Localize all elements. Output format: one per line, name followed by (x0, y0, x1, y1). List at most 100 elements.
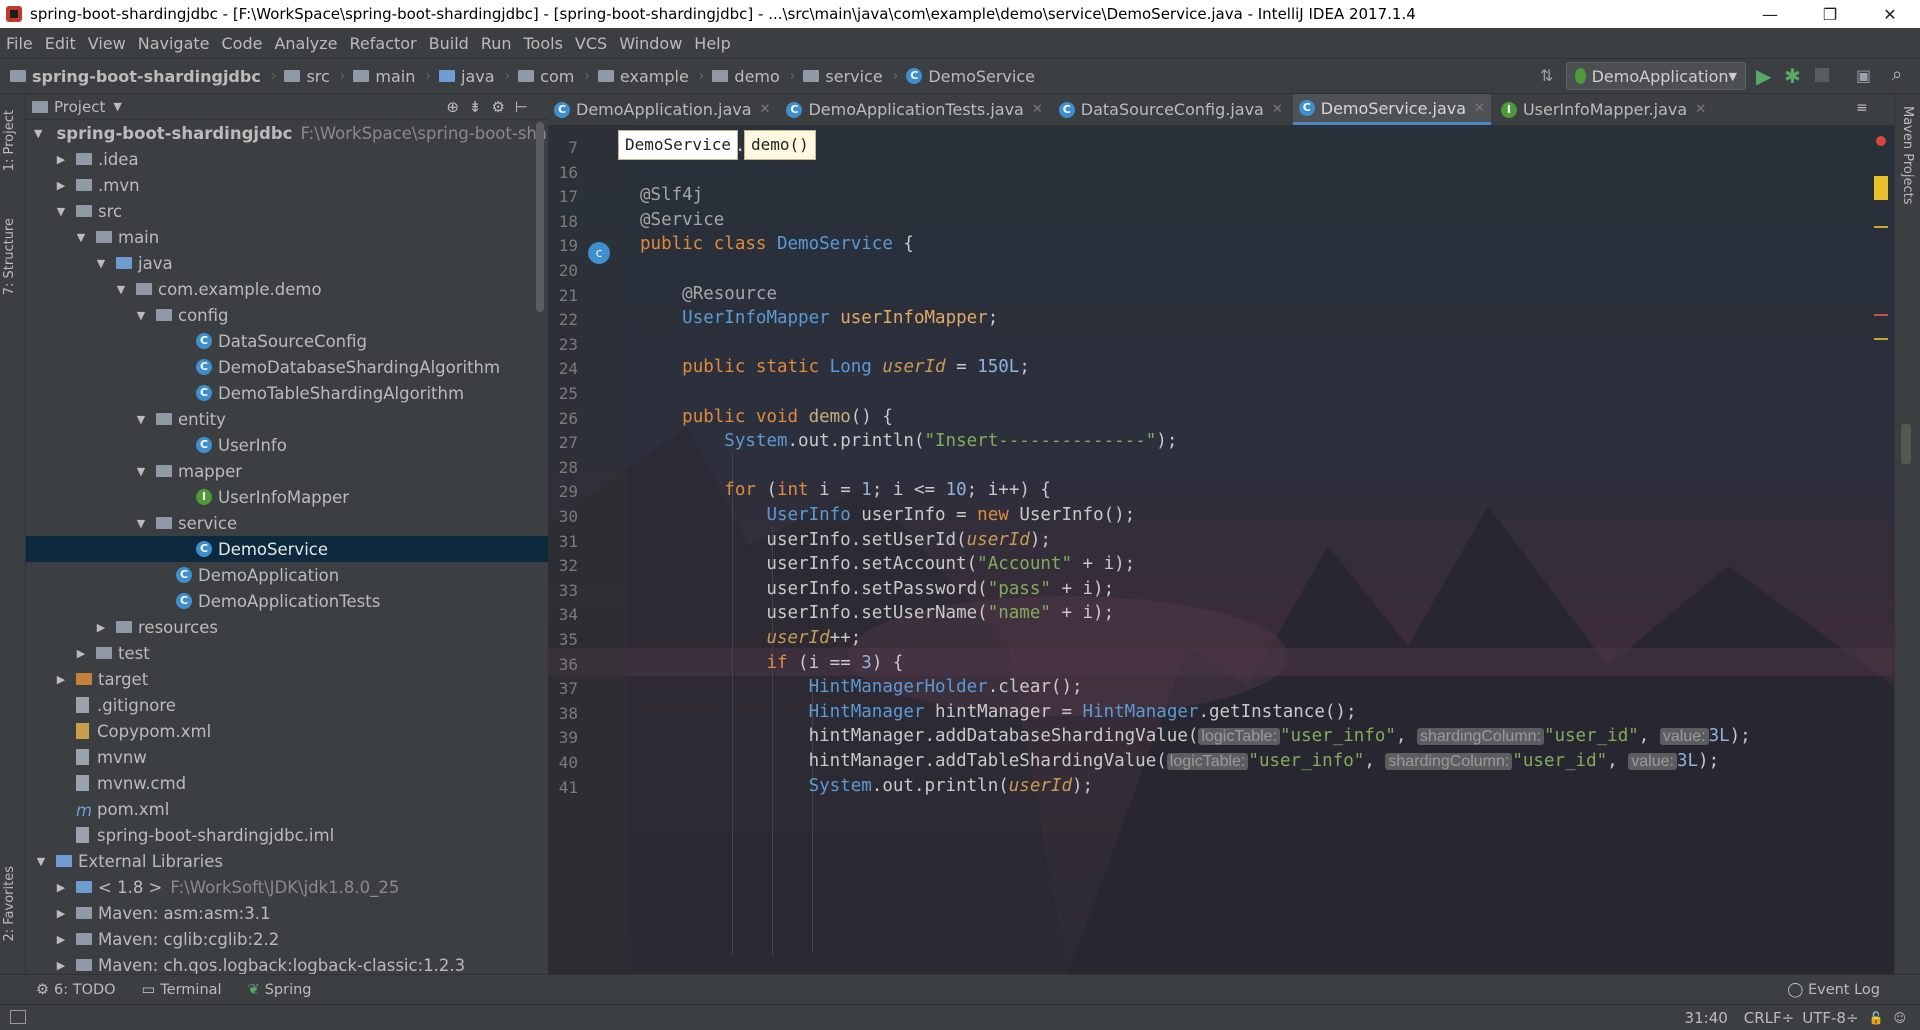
tree-item[interactable]: ▶ Maven: cglib:cglib:2.2 (26, 926, 548, 952)
tree-item[interactable]: I UserInfoMapper (26, 484, 548, 510)
menu-vcs[interactable]: VCS (575, 34, 615, 53)
file-encoding[interactable]: UTF-8÷ (1802, 1009, 1858, 1027)
tree-item[interactable]: ▼ java (26, 250, 548, 276)
project-scrollbar[interactable] (536, 122, 544, 312)
collapse-arrow-icon[interactable]: ▶ (54, 881, 68, 894)
menu-analyze[interactable]: Analyze (274, 34, 345, 53)
menu-refactor[interactable]: Refactor (350, 34, 425, 53)
tree-item[interactable]: ▼ config (26, 302, 548, 328)
tree-item[interactable]: ▼ src (26, 198, 548, 224)
code-line[interactable]: if (i == 3) { (640, 653, 903, 673)
code-line[interactable]: System.out.println(userId); (640, 776, 1093, 796)
project-view-label[interactable]: Project (54, 98, 105, 116)
menu-view[interactable]: View (88, 34, 134, 53)
editor-breadcrumb-item[interactable]: demo() (744, 130, 816, 160)
code-line[interactable]: for (int i = 1; i <= 10; i++) { (640, 480, 1051, 500)
menu-file[interactable]: File (6, 34, 41, 53)
collapse-arrow-icon[interactable]: ▶ (54, 907, 68, 920)
stop-icon[interactable] (1815, 68, 1829, 82)
build-icon[interactable]: ⇅ (1540, 66, 1553, 85)
tree-item[interactable]: ▼ main (26, 224, 548, 250)
nav-crumb-example[interactable]: example (597, 67, 689, 86)
tree-item[interactable]: ▶ < 1.8 > F:\WorkSoft\JDK\jdk1.8.0_25 (26, 874, 548, 900)
expand-arrow-icon[interactable]: ▼ (74, 231, 88, 244)
tab-list-icon[interactable]: ≡ (1856, 100, 1868, 116)
caret-position[interactable]: 31:40 (1685, 1009, 1728, 1027)
structure-tool-tab[interactable]: 7: Structure (2, 218, 17, 295)
nav-crumb-demoservice[interactable]: C DemoService (906, 67, 1035, 86)
tool-terminal[interactable]: ▭ Terminal (142, 982, 222, 998)
tree-item[interactable]: ▼ entity (26, 406, 548, 432)
collapse-arrow-icon[interactable]: ▶ (54, 153, 68, 166)
menu-edit[interactable]: Edit (45, 34, 84, 53)
expand-arrow-icon[interactable]: ▼ (54, 205, 68, 218)
project-structure-icon[interactable]: ▣ (1856, 66, 1871, 85)
menu-build[interactable]: Build (429, 34, 477, 53)
code-line[interactable]: HintManagerHolder.clear(); (640, 677, 1083, 697)
tree-item[interactable]: mvnw.cmd (26, 770, 548, 796)
code-line[interactable]: System.out.println("Insert--------------… (640, 431, 1177, 451)
tree-item[interactable]: C DataSourceConfig (26, 328, 548, 354)
nav-project[interactable]: spring-boot-shardingjdbc (10, 67, 261, 86)
tree-item[interactable]: ▶ resources (26, 614, 548, 640)
tree-item[interactable]: mvnw (26, 744, 548, 770)
expand-arrow-icon[interactable]: ▼ (134, 309, 148, 322)
code-line[interactable]: hintManager.addDatabaseShardingValue(log… (640, 726, 1751, 746)
tree-item[interactable]: ▶ Maven: asm:asm:3.1 (26, 900, 548, 926)
collapse-arrow-icon[interactable]: ▶ (54, 673, 68, 686)
code-line[interactable]: userInfo.setPassword("pass" + i); (640, 579, 1114, 599)
chevron-down-icon[interactable]: ▼ (113, 100, 121, 113)
tool-spring[interactable]: ❦ Spring (248, 982, 312, 998)
restore-button[interactable]: ❐ (1800, 5, 1860, 24)
editor-tab[interactable]: C DemoService.java ✕ (1292, 94, 1491, 125)
code-line[interactable]: HintManager hintManager = HintManager.ge… (640, 702, 1357, 722)
nav-crumb-main[interactable]: main (353, 67, 415, 86)
code-line[interactable]: userId++; (640, 628, 861, 648)
collapse-arrow-icon[interactable]: ▶ (74, 647, 88, 660)
spring-bean-gutter-icon[interactable]: c (588, 242, 610, 264)
editor-tab[interactable]: C DataSourceConfig.java ✕ (1053, 94, 1289, 125)
debug-icon[interactable]: ✱ (1784, 64, 1801, 88)
tree-item[interactable]: Copypom.xml (26, 718, 548, 744)
warning-marker[interactable] (1874, 176, 1888, 200)
tree-item[interactable]: C DemoService (26, 536, 548, 562)
expand-arrow-icon[interactable]: ▼ (134, 517, 148, 530)
tree-item[interactable]: ▶ Maven: ch.qos.logback:logback-classic:1… (26, 952, 548, 975)
code-line[interactable]: @Service (640, 210, 724, 230)
close-button[interactable]: ✕ (1860, 5, 1920, 24)
code-line[interactable]: public static Long userId = 150L; (640, 357, 1030, 377)
expand-arrow-icon[interactable]: ▼ (34, 127, 42, 140)
editor-scrollbar[interactable] (1901, 424, 1911, 464)
menu-window[interactable]: Window (619, 34, 690, 53)
close-tab-icon[interactable]: ✕ (760, 102, 771, 117)
tree-item[interactable]: C DemoApplication (26, 562, 548, 588)
tree-item[interactable]: spring-boot-shardingjdbc.iml (26, 822, 548, 848)
collapse-arrow-icon[interactable]: ▶ (54, 933, 68, 946)
code-line[interactable]: userInfo.setUserId(userId); (640, 530, 1051, 550)
run-configuration-select[interactable]: DemoApplication ▼ (1566, 62, 1746, 90)
search-everywhere-icon[interactable]: ⌕ (1892, 64, 1902, 85)
event-log-button[interactable]: ◯ Event Log (1787, 982, 1880, 998)
favorites-tool-tab[interactable]: 2: Favorites (2, 866, 17, 942)
code-line[interactable]: hintManager.addTableShardingValue(logicT… (640, 751, 1720, 771)
menu-navigate[interactable]: Navigate (138, 34, 218, 53)
tree-item[interactable]: ▶ .mvn (26, 172, 548, 198)
tree-item[interactable]: ▶ target (26, 666, 548, 692)
line-separator[interactable]: CRLF÷ (1744, 1009, 1794, 1027)
close-tab-icon[interactable]: ✕ (1695, 102, 1706, 117)
nav-crumb-demo[interactable]: demo (712, 67, 780, 86)
tree-item[interactable]: C DemoTableShardingAlgorithm (26, 380, 548, 406)
code-line[interactable]: public class DemoService { (640, 234, 914, 254)
error-indicator-icon[interactable] (1876, 136, 1886, 146)
tree-item[interactable]: m pom.xml (26, 796, 548, 822)
code-line[interactable]: userInfo.setAccount("Account" + i); (640, 554, 1135, 574)
menu-tools[interactable]: Tools (524, 34, 571, 53)
tree-item[interactable]: ▶ test (26, 640, 548, 666)
editor-breadcrumb-item[interactable]: DemoService (618, 130, 738, 160)
expand-arrow-icon[interactable]: ▼ (134, 413, 148, 426)
tree-item[interactable]: ▼ spring-boot-shardingjdbc F:\WorkSpace\sp… (26, 120, 548, 146)
tree-item[interactable]: ▼ service (26, 510, 548, 536)
tree-item[interactable]: .gitignore (26, 692, 548, 718)
minimize-button[interactable]: — (1740, 5, 1800, 24)
project-tool-tab[interactable]: 1: Project (2, 110, 17, 171)
